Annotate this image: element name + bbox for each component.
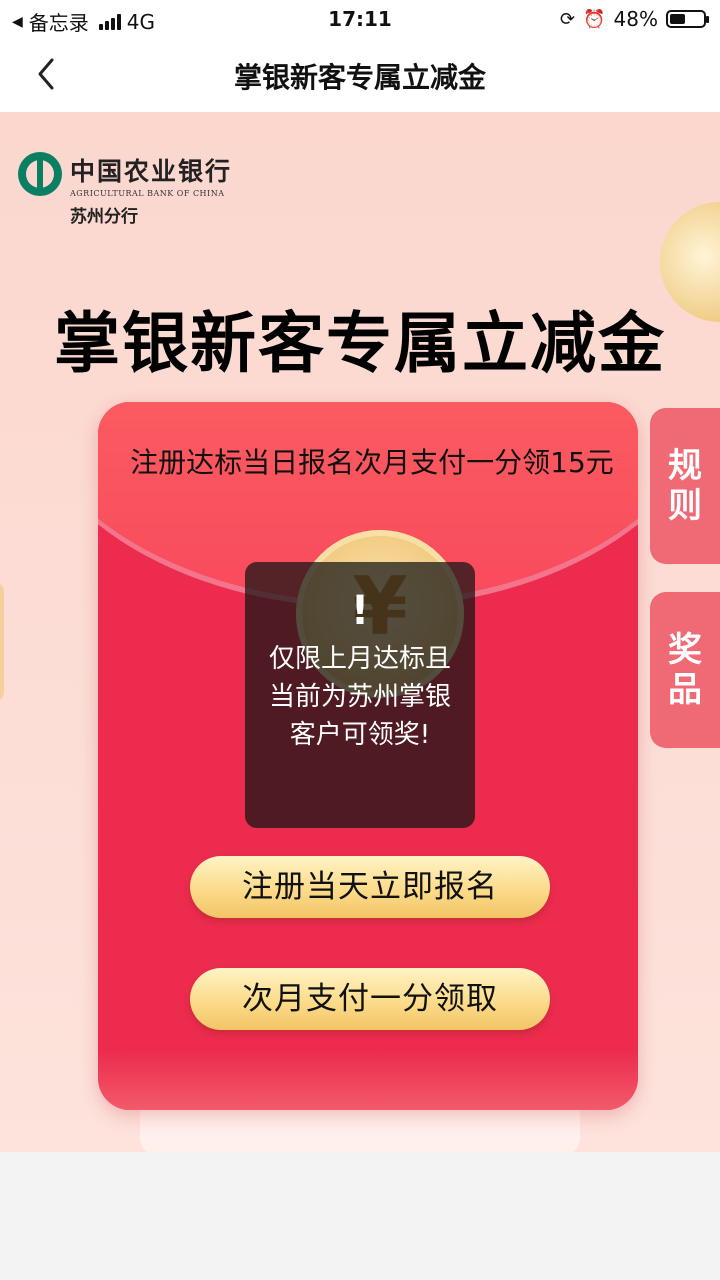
prizes-tab-char-1: 奖 [668, 630, 702, 670]
rules-tab-char-1: 规 [668, 446, 702, 486]
branch-name: 苏州分行 [70, 207, 138, 227]
pay-one-cent-claim-button[interactable]: 次月支付一分领取 [190, 968, 550, 1030]
nav-bar: 掌银新客专属立减金 [0, 38, 720, 112]
envelope-bottom [98, 1050, 638, 1110]
rules-tab-char-2: 则 [668, 486, 702, 526]
orientation-lock-icon: ⟳ [560, 8, 576, 30]
eligibility-toast: ! 仅限上月达标且当前为苏州掌银客户可领奖! [245, 562, 475, 828]
rules-tab[interactable]: 规 则 [650, 408, 720, 564]
abc-emblem-icon [18, 152, 62, 196]
signup-register-button[interactable]: 注册当天立即报名 [190, 856, 550, 918]
page-title: 掌银新客专属立减金 [233, 61, 486, 94]
status-right: ⟳ ⏰ 48% [560, 7, 709, 31]
status-bar: ◀ 备忘录 4G 17:11 ⟳ ⏰ 48% [0, 0, 720, 38]
bank-name-cn: 中国农业银行 [70, 157, 233, 186]
reward-headline: 注册达标当日报名次月支付一分领15元 [130, 446, 614, 479]
prizes-tab[interactable]: 奖 品 [650, 592, 720, 748]
battery-icon [666, 10, 709, 28]
warning-icon: ! [350, 588, 370, 634]
battery-percent: 48% [613, 7, 658, 31]
bank-name-en: AGRICULTURAL BANK OF CHINA [70, 189, 225, 198]
toast-message: 仅限上月达标且当前为苏州掌银客户可领奖! [268, 644, 451, 750]
alarm-icon: ⏰ [583, 8, 606, 30]
bank-logo: 中国农业银行 AGRICULTURAL BANK OF CHINA 苏州分行 [18, 152, 232, 227]
battery-fill [670, 14, 685, 24]
decorative-edge [0, 582, 4, 702]
prizes-tab-char-2: 品 [668, 670, 702, 710]
campaign-title: 掌银新客专属立减金 [54, 305, 666, 382]
